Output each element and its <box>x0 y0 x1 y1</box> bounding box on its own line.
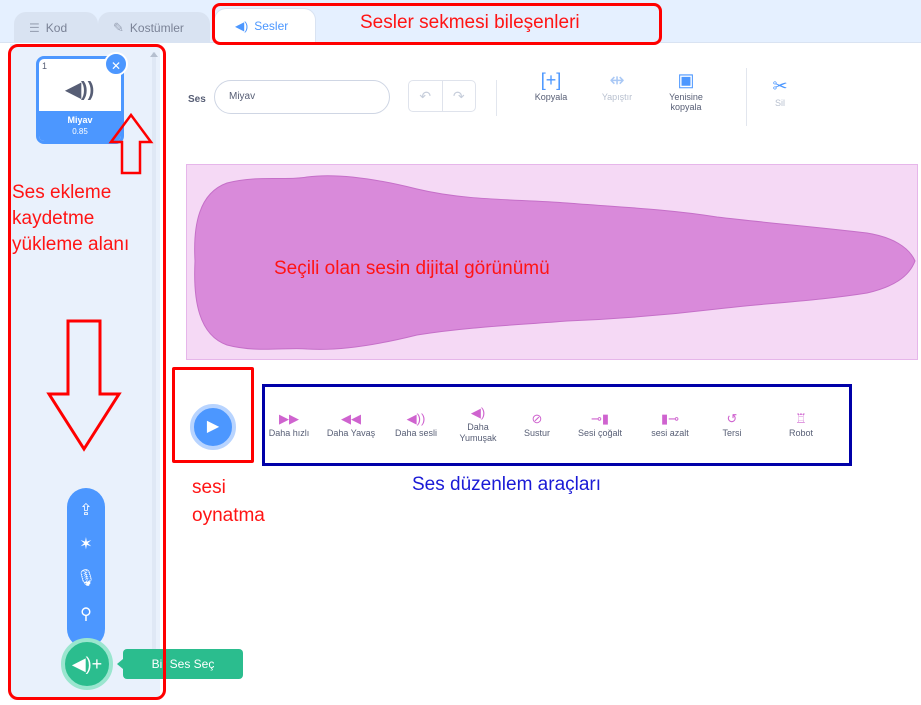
annotation-add-area: Ses ekleme kaydetme yükleme alanı <box>12 180 129 258</box>
annotation-waveform: Seçili olan sesin dijital görünümü <box>274 258 550 279</box>
annotation-effects-box <box>262 384 852 466</box>
tab-costumes[interactable]: ✎ Kostümler <box>98 12 210 42</box>
paste-label: Yapıştır <box>601 92 633 102</box>
copy-button[interactable]: [+] Kopyala <box>526 68 576 102</box>
tab-costumes-label: Kostümler <box>129 20 184 35</box>
annotation-add-area-line1: Ses ekleme <box>12 182 112 203</box>
paste-button[interactable]: ⇹ Yapıştır <box>592 68 642 102</box>
undo-icon[interactable]: ↶ <box>409 81 443 111</box>
copy-to-new-button[interactable]: ▣ Yenisine kopyala <box>658 68 714 112</box>
annotation-play-box <box>172 367 254 463</box>
annotation-effects: Ses düzenlem araçları <box>412 474 602 495</box>
delete-label: Sil <box>774 98 785 108</box>
annotation-play-line1: sesi <box>192 477 226 498</box>
annotation-down-arrow <box>46 319 122 452</box>
annotation-add-area-line2: kaydetme <box>12 208 95 229</box>
tab-code[interactable]: ☰ Kod <box>14 12 98 42</box>
redo-icon[interactable]: ↷ <box>443 81 476 111</box>
copy-new-label-line2: kopyala <box>670 102 702 112</box>
copy-icon: [+] <box>540 70 562 90</box>
copy-label: Kopyala <box>534 92 568 102</box>
toolbar-divider <box>496 80 497 116</box>
tab-code-label: Kod <box>45 20 68 35</box>
copy-new-label: Yenisine <box>669 92 703 102</box>
toolbar-divider <box>746 68 747 126</box>
sound-name-label: Ses <box>188 94 206 105</box>
scissors-icon: ✂ <box>772 76 788 96</box>
annotation-play-line2: oynatma <box>192 505 265 526</box>
paste-icon: ⇹ <box>609 70 625 90</box>
copy-new-icon: ▣ <box>677 70 695 90</box>
delete-button[interactable]: ✂ Sil <box>760 74 800 108</box>
annotation-add-area-line3: yükleme alanı <box>12 234 130 255</box>
code-icon: ☰ <box>29 20 40 35</box>
annotation-tab-components: Sesler sekmesi bileşenleri <box>360 12 580 33</box>
brush-icon: ✎ <box>113 19 124 35</box>
sound-name-input[interactable]: Miyav <box>214 80 390 114</box>
annotation-play: sesi oynatma <box>192 474 265 530</box>
annotation-up-arrow <box>108 112 154 175</box>
undo-redo-group: ↶ ↷ <box>408 80 476 112</box>
